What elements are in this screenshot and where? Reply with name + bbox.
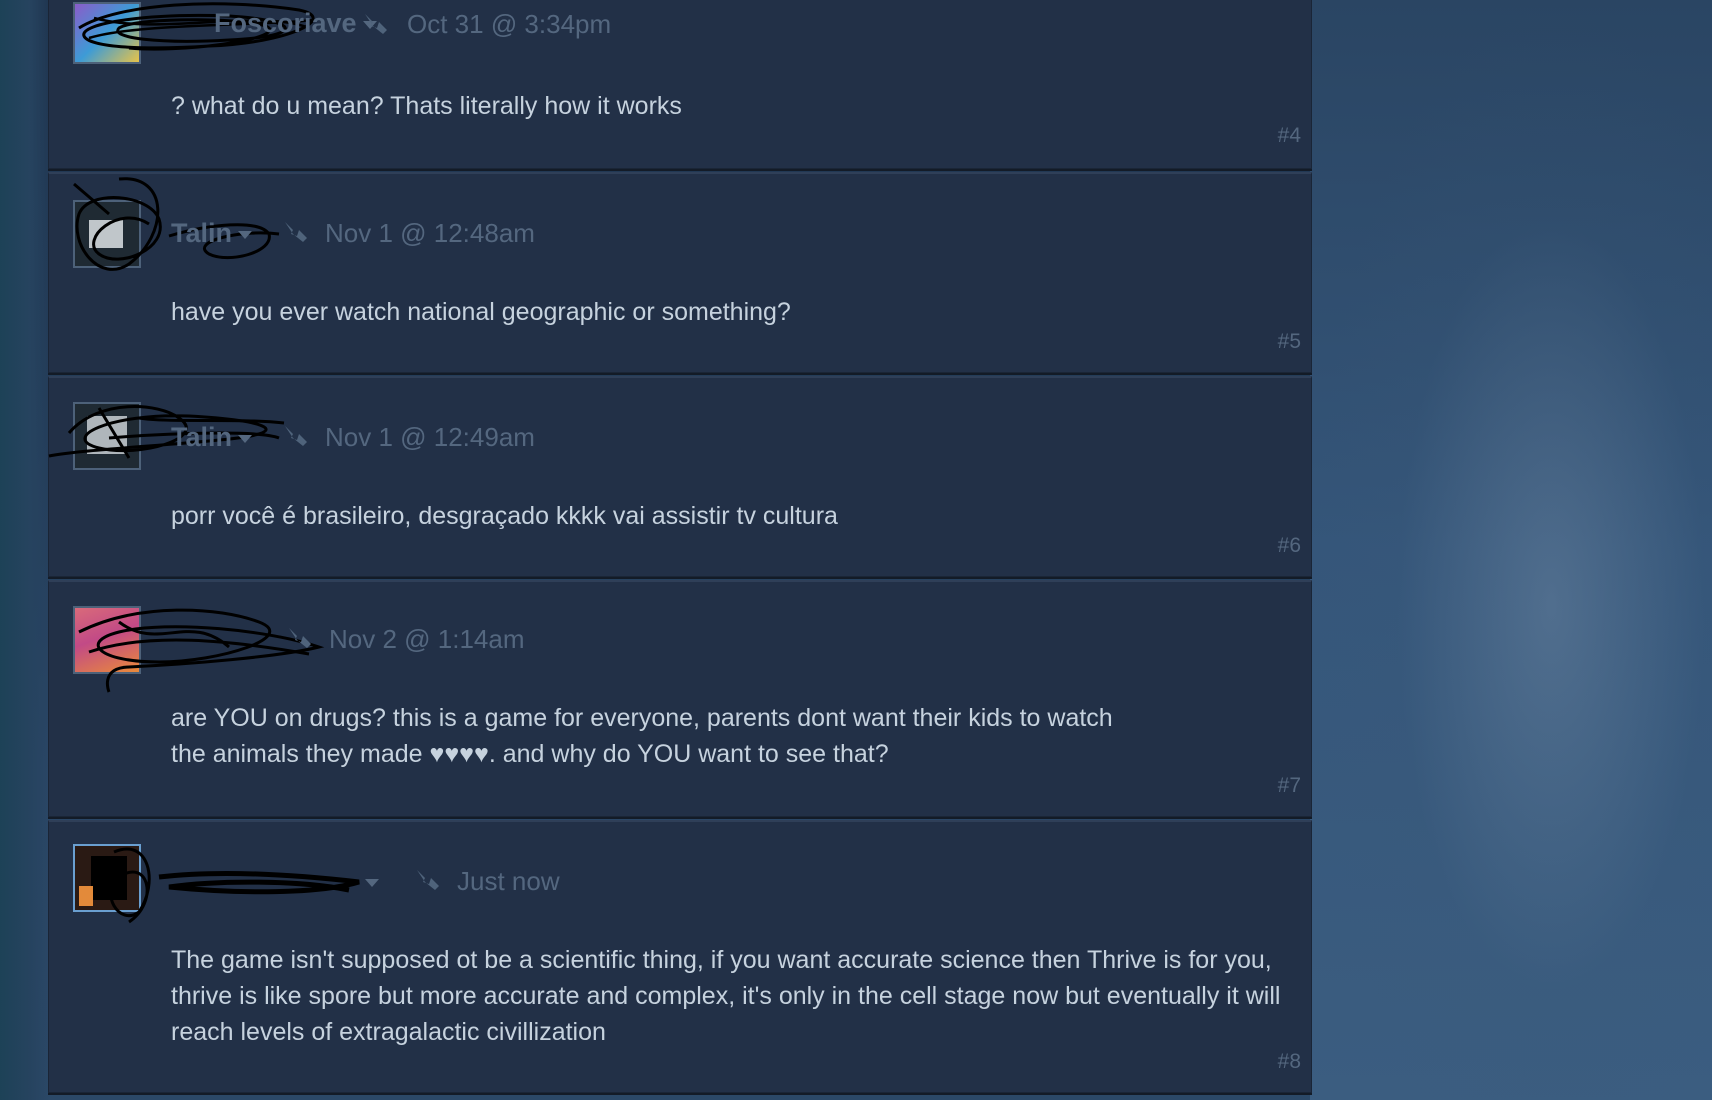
post-body: porr você é brasileiro, desgraçado kkkk … — [171, 502, 838, 530]
chevron-down-icon[interactable] — [238, 230, 253, 239]
author-name[interactable]: Foscoriave — [214, 8, 377, 39]
post-timestamp: Nov 2 @ 1:14am — [329, 624, 525, 654]
chevron-down-icon[interactable] — [365, 878, 379, 887]
quote-icon[interactable] — [361, 8, 393, 36]
avatar[interactable] — [73, 844, 141, 912]
post-body: have you ever watch national geographic … — [171, 298, 791, 326]
forum-post: Foscoriave Oct 31 @ 3:34pm ? what do u m… — [48, 0, 1312, 169]
author-name[interactable] — [359, 866, 379, 897]
post-body: ? what do u mean? Thats literally how it… — [171, 92, 682, 120]
author-name[interactable]: Talin — [171, 422, 253, 453]
post-number[interactable]: #4 — [1278, 124, 1301, 148]
quote-icon[interactable] — [285, 622, 317, 650]
quote-icon[interactable] — [281, 216, 313, 244]
forum-post: Just now The game isn't supposed ot be a… — [48, 820, 1312, 1093]
quote-icon[interactable] — [413, 864, 445, 892]
post-timestamp: Nov 1 @ 12:48am — [325, 218, 535, 248]
post-body: are YOU on drugs? this is a game for eve… — [171, 704, 1113, 768]
post-number[interactable]: #5 — [1278, 330, 1301, 354]
post-number[interactable]: #7 — [1278, 774, 1301, 798]
background-left-edge — [0, 0, 50, 1100]
post-number[interactable]: #6 — [1278, 534, 1301, 558]
avatar[interactable] — [73, 606, 141, 674]
author-name-text[interactable]: Foscoriave — [214, 8, 357, 38]
post-timestamp: Just now — [457, 866, 560, 896]
author-name[interactable]: Talin — [171, 218, 253, 249]
chevron-down-icon[interactable] — [238, 434, 253, 443]
post-timestamp: Nov 1 @ 12:49am — [325, 422, 535, 452]
forum-post: Nov 2 @ 1:14am are YOU on drugs? this is… — [48, 580, 1312, 817]
author-name-text[interactable]: Talin — [171, 422, 232, 452]
forum-post: Talin Nov 1 @ 12:48am have you ever watc… — [48, 172, 1312, 373]
forum-post: Talin Nov 1 @ 12:49am porr você é brasil… — [48, 376, 1312, 577]
background-art — [1310, 0, 1712, 1100]
author-name-text[interactable]: Talin — [171, 218, 232, 248]
avatar[interactable] — [73, 402, 141, 470]
quote-icon[interactable] — [281, 420, 313, 448]
avatar[interactable] — [73, 2, 141, 64]
post-number[interactable]: #8 — [1278, 1050, 1301, 1074]
post-timestamp: Oct 31 @ 3:34pm — [407, 9, 612, 39]
post-body: The game isn't supposed ot be a scientif… — [171, 946, 1281, 1046]
avatar[interactable] — [73, 200, 141, 268]
